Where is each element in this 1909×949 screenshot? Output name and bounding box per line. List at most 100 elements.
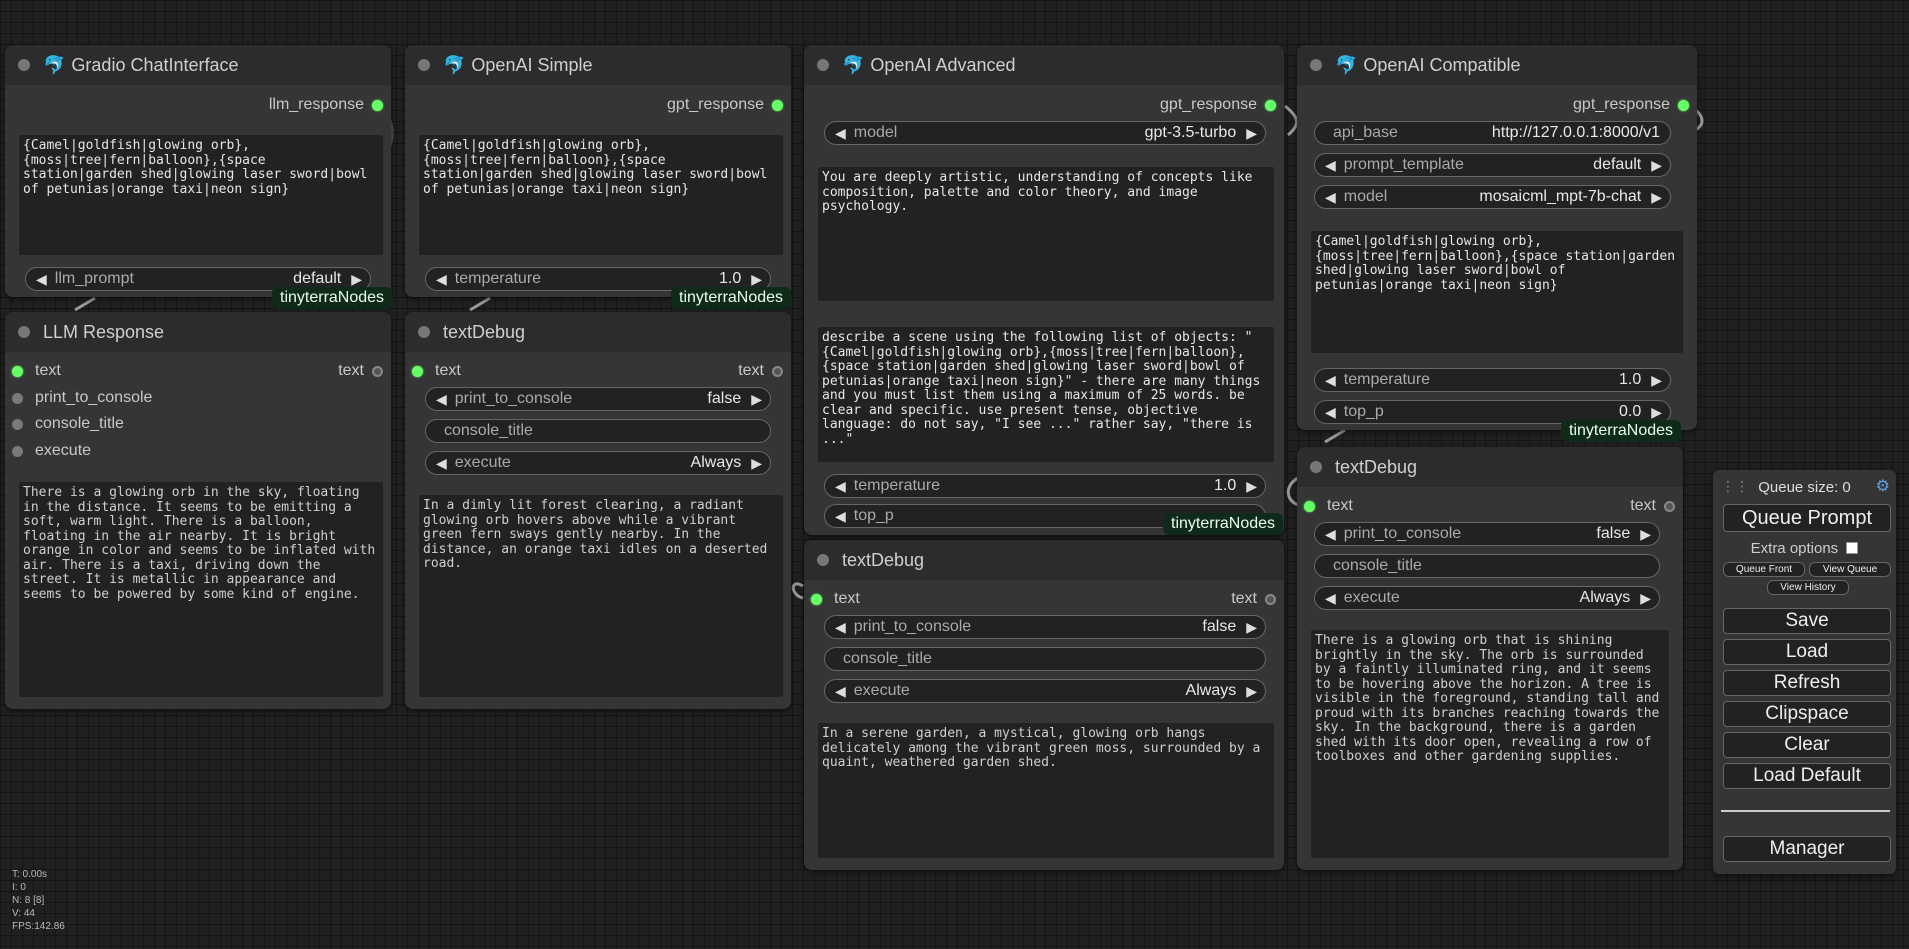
node-title-bar[interactable]: textDebug (405, 312, 791, 352)
output-slot-text[interactable]: text (1231, 590, 1276, 608)
console-title-field[interactable]: console_title (425, 419, 771, 443)
slot-connector-icon[interactable] (12, 392, 23, 404)
execute-combo[interactable]: ◀ execute Always ▶ (425, 451, 771, 475)
temperature-number[interactable]: ◀ temperature 1.0 ▶ (1314, 368, 1671, 392)
output-textarea[interactable]: In a dimly lit forest clearing, a radian… (419, 495, 783, 697)
queue-front-button[interactable]: Queue Front (1723, 562, 1805, 577)
arrow-left-icon[interactable]: ◀ (36, 271, 47, 288)
arrow-left-icon[interactable]: ◀ (835, 619, 846, 636)
refresh-button[interactable]: Refresh (1723, 670, 1891, 696)
load-button[interactable]: Load (1723, 639, 1891, 665)
node-title-bar[interactable]: 🐬 Gradio ChatInterface (5, 45, 391, 85)
collapse-toggle[interactable] (1310, 59, 1322, 71)
slot-connector-icon[interactable] (372, 99, 383, 111)
load-default-button[interactable]: Load Default (1723, 763, 1891, 789)
arrow-left-icon[interactable]: ◀ (1325, 526, 1336, 543)
arrow-left-icon[interactable]: ◀ (835, 125, 846, 142)
node-openai-compatible[interactable]: 🐬 OpenAI Compatible gpt_response api_base… (1297, 45, 1697, 430)
node-title-bar[interactable]: 🐬 OpenAI Simple (405, 45, 791, 85)
arrow-left-icon[interactable]: ◀ (1325, 404, 1336, 421)
view-queue-button[interactable]: View Queue (1809, 562, 1891, 577)
arrow-left-icon[interactable]: ◀ (436, 271, 447, 288)
api-base-field[interactable]: api_base http://127.0.0.1:8000/v1 (1314, 121, 1671, 145)
model-combo[interactable]: ◀ model gpt-3.5-turbo ▶ (824, 121, 1266, 145)
node-title-bar[interactable]: textDebug (804, 540, 1284, 580)
node-title-bar[interactable]: 🐬 OpenAI Advanced (804, 45, 1284, 85)
arrow-right-icon[interactable]: ▶ (751, 455, 762, 472)
slot-connector-icon[interactable] (372, 365, 383, 377)
node-title-bar[interactable]: textDebug (1297, 447, 1683, 487)
slot-connector-icon[interactable] (1265, 593, 1276, 605)
arrow-left-icon[interactable]: ◀ (835, 478, 846, 495)
node-title-bar[interactable]: 🐬 OpenAI Compatible (1297, 45, 1697, 85)
output-slot-gpt-response[interactable]: gpt_response (667, 96, 783, 114)
arrow-left-icon[interactable]: ◀ (835, 508, 846, 525)
collapse-toggle[interactable] (817, 554, 829, 566)
output-slot-gpt-response[interactable]: gpt_response (1160, 96, 1276, 114)
slot-connector-icon[interactable] (1304, 500, 1315, 512)
node-openai-simple[interactable]: 🐬 OpenAI Simple gpt_response {Camel|goldf… (405, 45, 791, 297)
node-textdebug-2[interactable]: textDebug text text ◀ print_to_console f… (804, 540, 1284, 870)
console-title-field[interactable]: console_title (824, 647, 1266, 671)
collapse-toggle[interactable] (18, 326, 30, 338)
output-slot-text[interactable]: text (338, 362, 383, 380)
slot-connector-icon[interactable] (1678, 99, 1689, 111)
prompt-template-combo[interactable]: ◀ prompt_template default ▶ (1314, 153, 1671, 177)
collapse-toggle[interactable] (418, 326, 430, 338)
temperature-number[interactable]: ◀ temperature 1.0 ▶ (824, 474, 1266, 498)
arrow-left-icon[interactable]: ◀ (436, 455, 447, 472)
output-slot-llm-response[interactable]: llm_response (269, 96, 383, 114)
collapse-toggle[interactable] (418, 59, 430, 71)
input-slot-text[interactable]: text (12, 362, 61, 380)
output-textarea[interactable]: There is a glowing orb that is shining b… (1311, 630, 1669, 858)
slot-connector-icon[interactable] (811, 593, 822, 605)
slot-connector-icon[interactable] (772, 99, 783, 111)
output-textarea[interactable]: There is a glowing orb in the sky, float… (19, 482, 383, 697)
execute-combo[interactable]: ◀ execute Always ▶ (1314, 586, 1660, 610)
clipspace-button[interactable]: Clipspace (1723, 701, 1891, 727)
input-slot-text[interactable]: text (1304, 497, 1353, 515)
arrow-left-icon[interactable]: ◀ (1325, 590, 1336, 607)
prompt-textarea[interactable]: {Camel|goldfish|glowing orb}, {moss|tree… (419, 135, 783, 255)
slot-connector-icon[interactable] (1664, 500, 1675, 512)
view-history-button[interactable]: View History (1767, 580, 1849, 595)
arrow-right-icon[interactable]: ▶ (1640, 590, 1651, 607)
queue-prompt-button[interactable]: Queue Prompt (1723, 504, 1891, 532)
node-gradio-chatinterface[interactable]: 🐬 Gradio ChatInterface llm_response {Came… (5, 45, 391, 297)
arrow-right-icon[interactable]: ▶ (751, 391, 762, 408)
collapse-toggle[interactable] (18, 59, 30, 71)
arrow-right-icon[interactable]: ▶ (1246, 619, 1257, 636)
arrow-right-icon[interactable]: ▶ (1651, 157, 1662, 174)
arrow-right-icon[interactable]: ▶ (1246, 683, 1257, 700)
node-title-bar[interactable]: LLM Response (5, 312, 391, 352)
input-slot-console-title[interactable]: console_title (12, 415, 124, 433)
manager-button[interactable]: Manager (1723, 836, 1891, 862)
collapse-toggle[interactable] (817, 59, 829, 71)
arrow-right-icon[interactable]: ▶ (1246, 125, 1257, 142)
slot-connector-icon[interactable] (12, 365, 23, 377)
gear-icon[interactable]: ⚙ (1876, 476, 1890, 496)
extra-options-checkbox[interactable] (1846, 542, 1859, 554)
arrow-left-icon[interactable]: ◀ (835, 683, 846, 700)
arrow-left-icon[interactable]: ◀ (1325, 189, 1336, 206)
arrow-right-icon[interactable]: ▶ (1246, 478, 1257, 495)
slot-connector-icon[interactable] (412, 365, 423, 377)
input-slot-text[interactable]: text (412, 362, 461, 380)
prompt-textarea[interactable]: {Camel|goldfish|glowing orb}, {moss|tree… (1311, 231, 1683, 353)
output-slot-text[interactable]: text (1630, 497, 1675, 515)
save-button[interactable]: Save (1723, 608, 1891, 634)
slot-connector-icon[interactable] (12, 418, 23, 430)
input-slot-print-to-console[interactable]: print_to_console (12, 389, 152, 407)
arrow-left-icon[interactable]: ◀ (436, 391, 447, 408)
console-title-field[interactable]: console_title (1314, 554, 1660, 578)
collapse-toggle[interactable] (1310, 461, 1322, 473)
execute-combo[interactable]: ◀ execute Always ▶ (824, 679, 1266, 703)
print-to-console-toggle[interactable]: ◀ print_to_console false ▶ (425, 387, 771, 411)
node-textdebug-3[interactable]: textDebug text text ◀ print_to_console f… (1297, 447, 1683, 870)
prompt-textarea[interactable]: describe a scene using the following lis… (818, 327, 1274, 462)
arrow-right-icon[interactable]: ▶ (1640, 526, 1651, 543)
arrow-left-icon[interactable]: ◀ (1325, 372, 1336, 389)
clear-button[interactable]: Clear (1723, 732, 1891, 758)
input-slot-text[interactable]: text (811, 590, 860, 608)
arrow-right-icon[interactable]: ▶ (1651, 189, 1662, 206)
